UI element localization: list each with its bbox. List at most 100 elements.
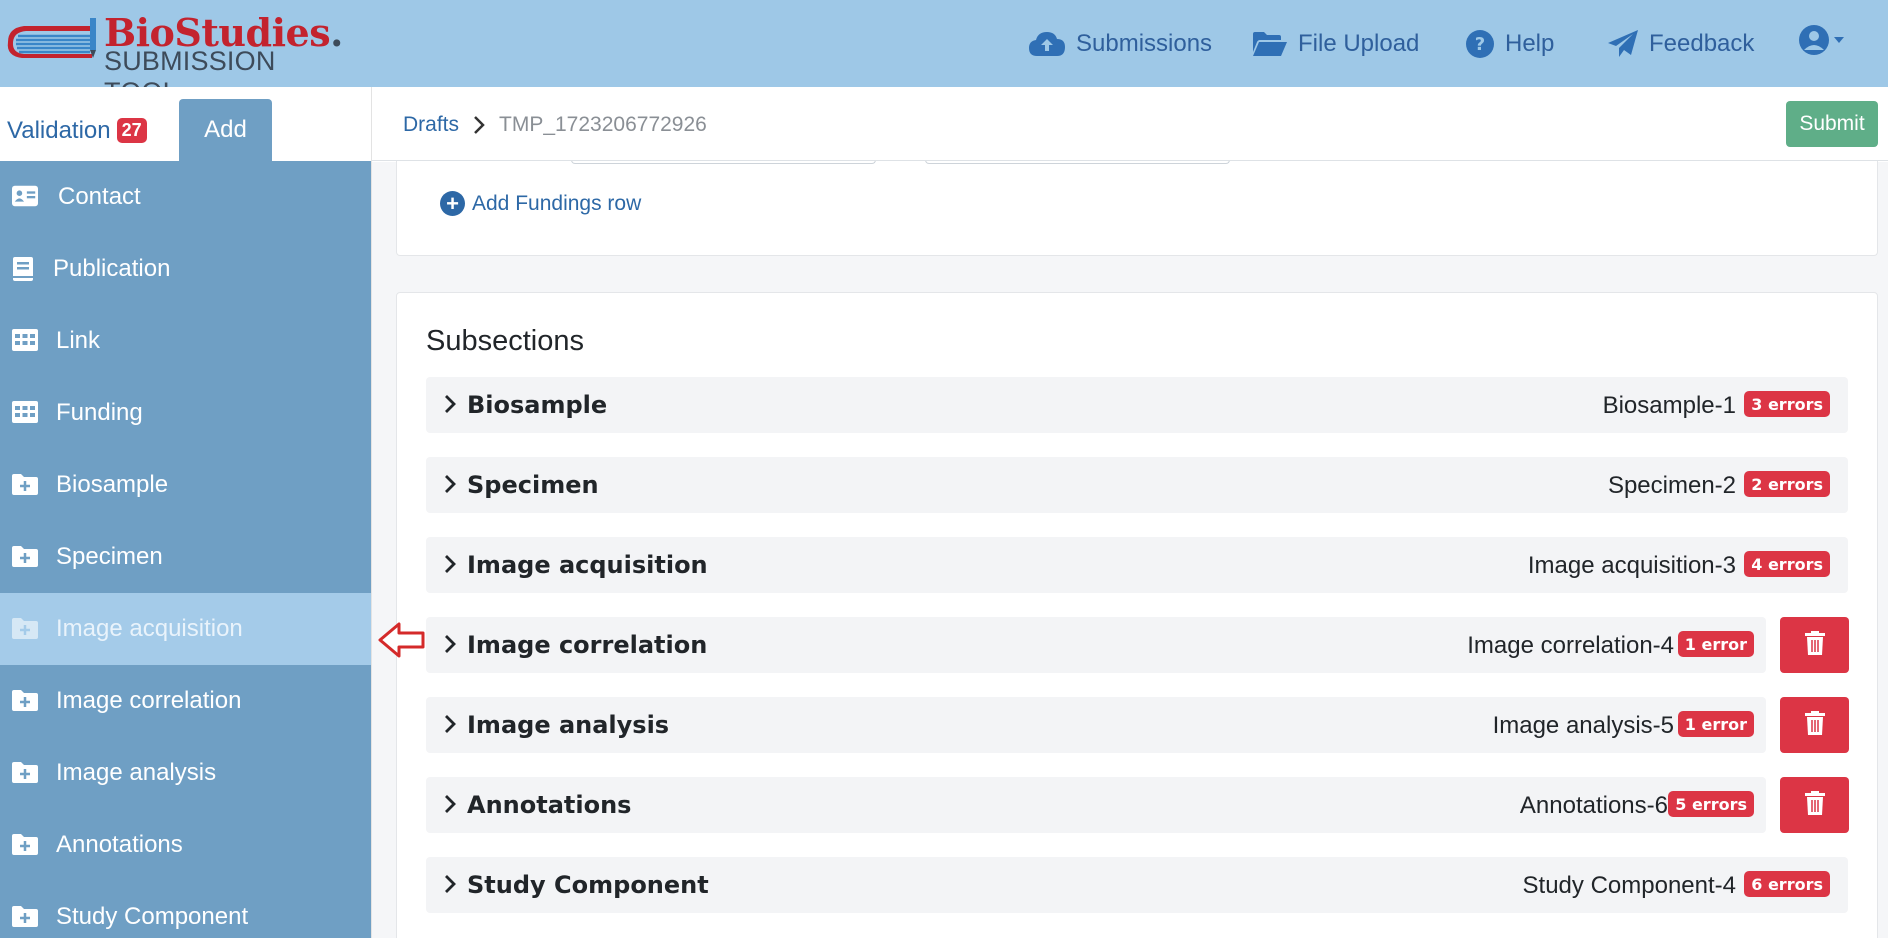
error-count-badge: 5 errors (1668, 791, 1754, 817)
folder-plus-icon (12, 473, 38, 497)
sidebar-item-specimen[interactable]: Specimen (0, 521, 371, 593)
sidebar-item-label: Study Component (56, 903, 249, 930)
subsection-row-biosample[interactable]: Biosample Biosample-1 3 errors (426, 377, 1848, 433)
sidebar-item-annotations[interactable]: Annotations (0, 809, 371, 881)
sidebar-item-link[interactable]: Link (0, 305, 371, 377)
user-menu[interactable] (1798, 0, 1848, 87)
error-count-badge: 6 errors (1744, 871, 1830, 897)
sidebar-item-label: Image acquisition (56, 615, 243, 642)
sidebar-item-label: Image analysis (56, 759, 217, 786)
user-circle-icon (1798, 24, 1848, 63)
subsection-name: Image acquisition (467, 551, 708, 579)
nav-help[interactable]: ? Help (1465, 0, 1554, 87)
folder-plus-icon (12, 833, 38, 857)
paper-plane-icon (1607, 29, 1639, 59)
breadcrumb-current: TMP_1723206772926 (499, 113, 707, 136)
error-count-badge: 4 errors (1744, 551, 1830, 577)
arrow-left-icon (377, 621, 427, 663)
sidebar-item-contact[interactable]: Contact (0, 161, 371, 233)
sidebar-item-label: Specimen (56, 543, 163, 570)
subsection-row-study-component[interactable]: Study Component Study Component-4 6 erro… (426, 857, 1848, 913)
sidebar-item-funding[interactable]: Funding (0, 377, 371, 449)
chevron-right-icon (472, 115, 486, 139)
breadcrumb-drafts-link[interactable]: Drafts (403, 113, 459, 137)
sidebar-item-image-acquisition[interactable]: Image acquisition (0, 593, 371, 665)
nav-feedback-label: Feedback (1649, 29, 1755, 57)
folder-plus-icon (12, 761, 38, 785)
delete-button[interactable] (1780, 617, 1849, 673)
chevron-right-icon (444, 474, 456, 498)
add-fundings-row-button[interactable]: + Add Fundings row (440, 191, 641, 216)
breadcrumb: Drafts TMP_1723206772926 (372, 87, 1888, 161)
sidebar-item-label: Publication (53, 255, 171, 282)
sidebar-item-label: Funding (56, 399, 143, 426)
app-header: BioStudies. SUBMISSION TOOL Submissions … (0, 0, 1888, 107)
sidebar-item-label: Contact (58, 183, 141, 210)
delete-button[interactable] (1780, 777, 1849, 833)
trash-icon (1804, 631, 1825, 659)
sidebar: Contact Publication Link Funding Biosamp… (0, 161, 371, 938)
subsections-title: Subsections (426, 325, 584, 357)
sidebar-divider (371, 87, 372, 938)
delete-button[interactable] (1780, 697, 1849, 753)
nav-submissions-label: Submissions (1076, 29, 1213, 57)
sidebar-item-image-correlation[interactable]: Image correlation (0, 665, 371, 737)
biostudies-logo[interactable]: BioStudies. SUBMISSION TOOL (4, 8, 343, 107)
folder-plus-icon (12, 617, 38, 641)
subsection-value: Biosample-1 (1602, 392, 1736, 419)
nav-file-upload-label: File Upload (1298, 29, 1420, 57)
subsection-row-image-acquisition[interactable]: Image acquisition Image acquisition-3 4 … (426, 537, 1848, 593)
sidebar-item-biosample[interactable]: Biosample (0, 449, 371, 521)
subsection-value: Study Component-4 (1522, 872, 1736, 899)
trash-icon (1804, 711, 1825, 739)
subsection-value: Annotations-6 (1519, 792, 1668, 819)
chevron-right-icon (444, 554, 456, 578)
sidebar-item-image-analysis[interactable]: Image analysis (0, 737, 371, 809)
book-logo-icon (7, 18, 96, 58)
tab-add[interactable]: Add (179, 99, 272, 161)
tab-validation[interactable]: Validation 27 (7, 117, 147, 145)
chevron-right-icon (444, 394, 456, 418)
folder-open-icon (1252, 31, 1288, 57)
subsection-row-specimen[interactable]: Specimen Specimen-2 2 errors (426, 457, 1848, 513)
subsection-name: Image analysis (467, 711, 670, 739)
nav-submissions[interactable]: Submissions (1028, 0, 1212, 87)
subsection-name: Study Component (467, 871, 709, 899)
nav-help-label: Help (1505, 29, 1555, 57)
subsection-name: Annotations (467, 791, 632, 819)
sidebar-item-publication[interactable]: Publication (0, 233, 371, 305)
error-count-badge: 1 error (1677, 711, 1754, 737)
folder-plus-icon (12, 545, 38, 569)
subsection-value: Image acquisition-3 (1527, 552, 1736, 579)
error-count-badge: 2 errors (1744, 471, 1830, 497)
book-icon (12, 257, 38, 281)
subsection-name: Image correlation (467, 631, 708, 659)
subsection-row-image-correlation[interactable]: Image correlation Image correlation-4 1 … (426, 617, 1766, 673)
nav-feedback[interactable]: Feedback (1607, 0, 1754, 87)
subsection-row-annotations[interactable]: Annotations Annotations-6 5 errors (426, 777, 1766, 833)
chevron-right-icon (444, 634, 456, 658)
error-count-badge: 1 error (1677, 631, 1754, 657)
sidebar-item-label: Image correlation (56, 687, 242, 714)
trash-icon (1804, 791, 1825, 819)
svg-text:?: ? (1475, 34, 1485, 55)
chevron-right-icon (444, 794, 456, 818)
subsection-name: Biosample (467, 391, 608, 419)
add-fundings-row-label: Add Fundings row (472, 191, 642, 215)
chevron-right-icon (444, 874, 456, 898)
sidebar-tabs: Validation 27 Add (0, 87, 371, 161)
sidebar-item-label: Biosample (56, 471, 169, 498)
sidebar-item-label: Annotations (56, 831, 183, 858)
table-icon (12, 401, 38, 425)
folder-plus-icon (12, 905, 38, 929)
subsection-name: Specimen (467, 471, 599, 499)
subsection-row-image-analysis[interactable]: Image analysis Image analysis-5 1 error (426, 697, 1766, 753)
sidebar-item-label: Link (56, 327, 101, 354)
nav-file-upload[interactable]: File Upload (1252, 0, 1419, 87)
question-circle-icon: ? (1465, 29, 1495, 59)
folder-plus-icon (12, 689, 38, 713)
table-icon (12, 329, 38, 353)
submit-button[interactable]: Submit (1786, 101, 1878, 147)
tab-validation-label: Validation (7, 117, 111, 144)
sidebar-item-study-component[interactable]: Study Component (0, 881, 371, 938)
